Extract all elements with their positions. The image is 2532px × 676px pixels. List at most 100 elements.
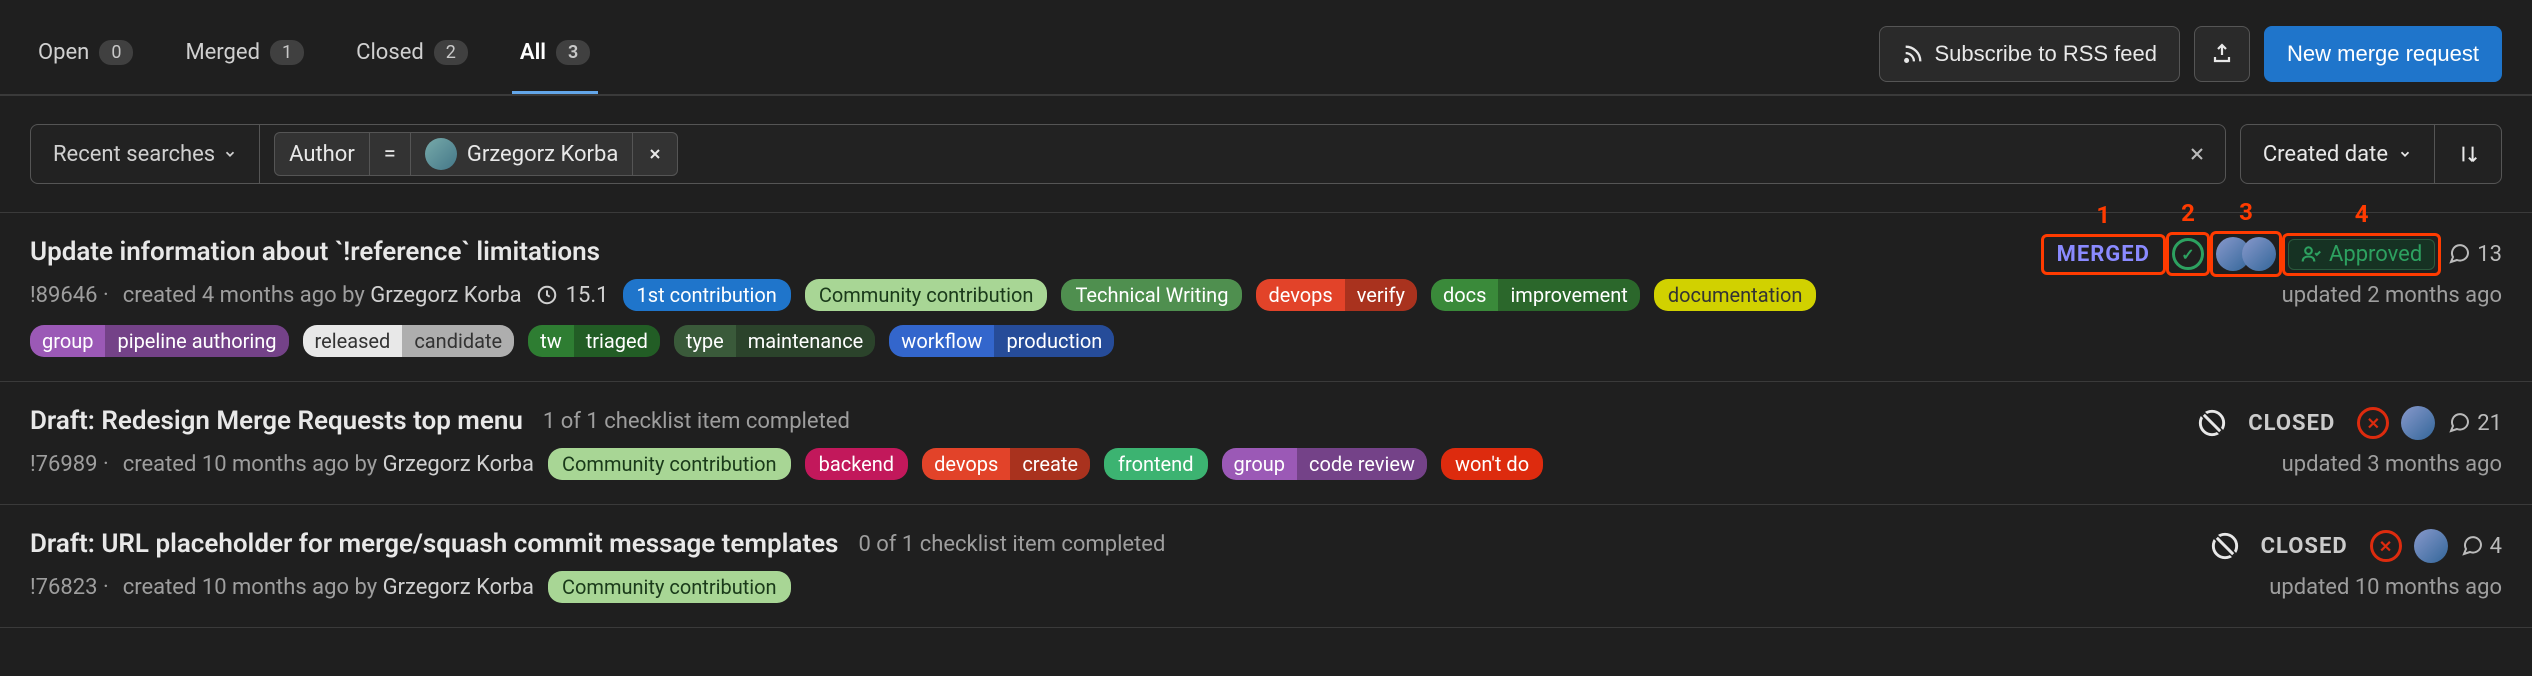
merge-request-item: Draft: Redesign Merge Requests top menu … bbox=[0, 382, 2532, 505]
assignee-avatar[interactable] bbox=[2242, 237, 2276, 271]
merge-request-title[interactable]: Update information about `!reference` li… bbox=[30, 237, 600, 267]
label[interactable]: twtriaged bbox=[528, 325, 660, 357]
filter-chip-remove[interactable] bbox=[633, 133, 677, 175]
updated-text: updated 3 months ago bbox=[2282, 452, 2502, 477]
close-icon bbox=[2187, 144, 2207, 164]
assignees[interactable] bbox=[2414, 529, 2448, 563]
filter-chip-value: Grzegorz Korba bbox=[411, 133, 633, 175]
tab-closed-count: 2 bbox=[434, 40, 468, 65]
pipeline-status-icon[interactable]: ✕ bbox=[2370, 530, 2402, 562]
label[interactable]: 1st contribution bbox=[623, 279, 791, 311]
label[interactable]: releasedcandidate bbox=[303, 325, 515, 357]
new-mr-label: New merge request bbox=[2287, 41, 2479, 67]
checklist-status: 1 of 1 checklist item completed bbox=[543, 409, 850, 434]
assignees[interactable] bbox=[2216, 237, 2276, 271]
sort-direction-icon bbox=[2457, 143, 2479, 165]
tab-all[interactable]: All 3 bbox=[512, 14, 598, 94]
closed-icon bbox=[2198, 409, 2226, 437]
tab-open-label: Open bbox=[38, 40, 89, 65]
clear-filter[interactable] bbox=[2169, 144, 2225, 164]
subscribe-rss-button[interactable]: Subscribe to RSS feed bbox=[1879, 26, 2180, 82]
comments-count[interactable]: 13 bbox=[2447, 242, 2502, 267]
tab-closed[interactable]: Closed 2 bbox=[348, 14, 476, 94]
created-text: created 4 months ago by Grzegorz Korba bbox=[123, 283, 522, 308]
pipeline-status-icon[interactable]: ✓ bbox=[2172, 238, 2204, 270]
tab-open[interactable]: Open 0 bbox=[30, 14, 141, 94]
created-text: created 10 months ago by Grzegorz Korba bbox=[123, 452, 534, 477]
label[interactable]: Community contribution bbox=[548, 448, 791, 480]
sort-field-label: Created date bbox=[2263, 142, 2388, 167]
merge-request-item: Draft: URL placeholder for merge/squash … bbox=[0, 505, 2532, 628]
comments-count[interactable]: 4 bbox=[2460, 534, 2502, 559]
filter-chip-key: Author bbox=[275, 133, 370, 175]
comment-icon bbox=[2447, 411, 2471, 435]
state-tabs: Open 0 Merged 1 Closed 2 All 3 bbox=[30, 14, 598, 94]
label[interactable]: docsimprovement bbox=[1431, 279, 1640, 311]
status-badge: CLOSED bbox=[2238, 409, 2345, 438]
merge-request-title[interactable]: Draft: URL placeholder for merge/squash … bbox=[30, 529, 838, 559]
status-row: MERGED ✓ Approved 13 bbox=[2047, 237, 2502, 271]
header-actions: Subscribe to RSS feed New merge request bbox=[1879, 26, 2502, 82]
approved-badge: Approved bbox=[2288, 239, 2435, 270]
filter-bar: Recent searches Author = Grzegorz Korba bbox=[0, 96, 2532, 212]
label[interactable]: documentation bbox=[1654, 279, 1817, 311]
author-link[interactable]: Grzegorz Korba bbox=[370, 283, 521, 308]
tab-closed-label: Closed bbox=[356, 40, 424, 65]
status-row: CLOSED ✕ 21 bbox=[2198, 406, 2502, 440]
merge-request-title[interactable]: Draft: Redesign Merge Requests top menu bbox=[30, 406, 523, 436]
clock-icon bbox=[536, 284, 558, 306]
label[interactable]: grouppipeline authoring bbox=[30, 325, 289, 357]
milestone[interactable]: 15.1 bbox=[536, 283, 609, 308]
export-icon bbox=[2210, 42, 2234, 66]
tab-merged-label: Merged bbox=[185, 40, 260, 65]
label[interactable]: workflowproduction bbox=[889, 325, 1114, 357]
label[interactable]: Community contribution bbox=[548, 571, 791, 603]
subscribe-rss-label: Subscribe to RSS feed bbox=[1934, 41, 2157, 67]
filter-chip-author[interactable]: Author = Grzegorz Korba bbox=[274, 132, 678, 176]
tab-all-count: 3 bbox=[556, 40, 590, 65]
label[interactable]: frontend bbox=[1104, 448, 1207, 480]
approvers-icon bbox=[2301, 244, 2321, 264]
checklist-status: 0 of 1 checklist item completed bbox=[858, 532, 1165, 557]
comment-icon bbox=[2460, 534, 2484, 558]
sort-field-dropdown[interactable]: Created date bbox=[2241, 125, 2435, 183]
rss-icon bbox=[1902, 43, 1924, 65]
header: Open 0 Merged 1 Closed 2 All 3 Subscribe… bbox=[0, 0, 2532, 96]
author-link[interactable]: Grzegorz Korba bbox=[383, 575, 534, 600]
close-icon bbox=[647, 146, 663, 162]
label[interactable]: Community contribution bbox=[805, 279, 1048, 311]
comments-count[interactable]: 21 bbox=[2447, 411, 2502, 436]
label[interactable]: typemaintenance bbox=[674, 325, 875, 357]
new-merge-request-button[interactable]: New merge request bbox=[2264, 26, 2502, 82]
status-badge: CLOSED bbox=[2251, 532, 2358, 561]
recent-searches-dropdown[interactable]: Recent searches bbox=[31, 125, 260, 183]
sort-direction-toggle[interactable] bbox=[2435, 125, 2501, 183]
merge-request-list: Update information about `!reference` li… bbox=[0, 212, 2532, 628]
tab-all-label: All bbox=[520, 40, 546, 65]
tab-merged[interactable]: Merged 1 bbox=[177, 14, 312, 94]
status-row: CLOSED ✕ 4 bbox=[2211, 529, 2502, 563]
assignee-avatar[interactable] bbox=[2414, 529, 2448, 563]
label[interactable]: backend bbox=[805, 448, 908, 480]
label[interactable]: devopscreate bbox=[922, 448, 1090, 480]
sort-control: Created date bbox=[2240, 124, 2502, 184]
merge-request-ref: !89646 · bbox=[30, 283, 109, 308]
export-button[interactable] bbox=[2194, 26, 2250, 82]
comment-icon bbox=[2447, 242, 2471, 266]
avatar-icon bbox=[425, 138, 457, 170]
pipeline-status-icon[interactable]: ✕ bbox=[2357, 407, 2389, 439]
label[interactable]: won't do bbox=[1441, 448, 1543, 480]
filter-chip-value-text: Grzegorz Korba bbox=[467, 142, 618, 167]
assignees[interactable] bbox=[2401, 406, 2435, 440]
tab-open-count: 0 bbox=[99, 40, 133, 65]
author-link[interactable]: Grzegorz Korba bbox=[383, 452, 534, 477]
updated-text: updated 2 months ago bbox=[2282, 283, 2502, 308]
label[interactable]: groupcode review bbox=[1222, 448, 1427, 480]
assignee-avatar[interactable] bbox=[2401, 406, 2435, 440]
closed-icon bbox=[2211, 532, 2239, 560]
label[interactable]: devopsverify bbox=[1256, 279, 1417, 311]
label[interactable]: Technical Writing bbox=[1061, 279, 1242, 311]
chevron-down-icon bbox=[223, 147, 237, 161]
merge-request-ref: !76823 · bbox=[30, 575, 109, 600]
filter-input[interactable]: Recent searches Author = Grzegorz Korba bbox=[30, 124, 2226, 184]
